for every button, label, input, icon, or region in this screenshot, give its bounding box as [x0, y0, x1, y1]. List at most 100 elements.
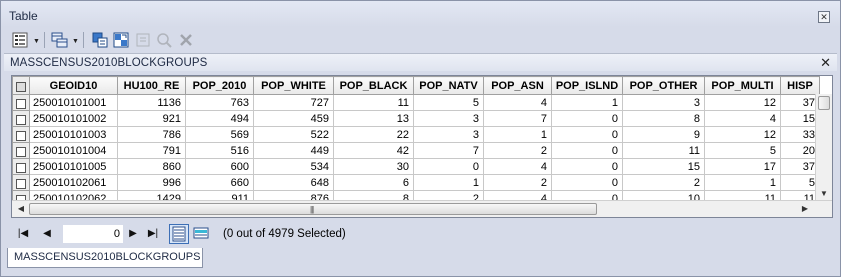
- column-header-hisp[interactable]: HISP: [780, 76, 820, 95]
- last-record-icon[interactable]: ▶|: [145, 226, 161, 242]
- table-cell[interactable]: 4: [704, 110, 781, 127]
- table-cell[interactable]: 250010101003: [29, 126, 118, 143]
- horizontal-scroll-thumb[interactable]: |||: [29, 203, 597, 215]
- column-header-pop-white[interactable]: POP_WHITE: [253, 76, 334, 95]
- table-cell[interactable]: 0: [551, 126, 623, 143]
- column-header-pop-other[interactable]: POP_OTHER: [622, 76, 705, 95]
- table-row[interactable]: 250010101003 786 569 522 22 3 1 0 9 12 33: [12, 126, 820, 143]
- table-cell[interactable]: 449: [253, 142, 334, 159]
- next-record-icon[interactable]: ▶: [125, 226, 141, 242]
- close-icon[interactable]: ✕: [818, 11, 830, 23]
- table-cell[interactable]: 727: [253, 94, 334, 111]
- switch-selection-icon[interactable]: [112, 31, 130, 49]
- column-header-geoid10[interactable]: GEOID10: [29, 76, 118, 95]
- table-cell[interactable]: 0: [551, 174, 623, 191]
- table-cell[interactable]: 17: [704, 158, 781, 175]
- table-cell[interactable]: 12: [704, 94, 781, 111]
- table-cell[interactable]: 250010101004: [29, 142, 118, 159]
- table-cell[interactable]: 11: [622, 142, 705, 159]
- table-cell[interactable]: 2: [622, 174, 705, 191]
- table-cell[interactable]: 8: [622, 110, 705, 127]
- table-cell[interactable]: 250010101002: [29, 110, 118, 127]
- scroll-right-icon[interactable]: ▶: [798, 201, 812, 217]
- table-cell[interactable]: 786: [117, 126, 186, 143]
- table-cell[interactable]: 2: [483, 174, 552, 191]
- table-cell[interactable]: 921: [117, 110, 186, 127]
- table-cell[interactable]: 0: [551, 110, 623, 127]
- table-row[interactable]: 250010101005 860 600 534 30 0 4 0 15 17 37: [12, 158, 820, 175]
- table-cell[interactable]: 37: [780, 94, 820, 111]
- table-row[interactable]: 250010101001 1136 763 727 11 5 4 1 3 12 37: [12, 94, 820, 111]
- scroll-down-icon[interactable]: ▼: [816, 187, 832, 201]
- row-selector[interactable]: [12, 158, 30, 175]
- table-cell[interactable]: 22: [333, 126, 414, 143]
- table-cell[interactable]: 250010101001: [29, 94, 118, 111]
- table-cell[interactable]: 20: [780, 142, 820, 159]
- table-row[interactable]: 250010102061 996 660 648 6 1 2 0 2 1 5: [12, 174, 820, 191]
- column-header-hu100-re[interactable]: HU100_RE: [117, 76, 186, 95]
- table-cell[interactable]: 250010101005: [29, 158, 118, 175]
- table-cell[interactable]: 33: [780, 126, 820, 143]
- table-cell[interactable]: 534: [253, 158, 334, 175]
- scroll-left-icon[interactable]: ◀: [14, 201, 28, 217]
- first-record-icon[interactable]: |◀: [15, 226, 31, 242]
- column-header-pop-2010[interactable]: POP_2010: [185, 76, 254, 95]
- table-cell[interactable]: 0: [551, 158, 623, 175]
- table-cell[interactable]: 3: [413, 110, 484, 127]
- related-tables-icon[interactable]: [51, 31, 69, 49]
- table-cell[interactable]: 660: [185, 174, 254, 191]
- table-row[interactable]: 250010101004 791 516 449 42 7 2 0 11 5 20: [12, 142, 820, 159]
- table-cell[interactable]: 996: [117, 174, 186, 191]
- column-header-pop-natv[interactable]: POP_NATV: [413, 76, 484, 95]
- row-selector-icon[interactable]: [16, 81, 26, 92]
- row-selector[interactable]: [12, 174, 30, 191]
- table-cell[interactable]: 3: [622, 94, 705, 111]
- table-cell[interactable]: 1: [704, 174, 781, 191]
- row-selector[interactable]: [12, 94, 30, 111]
- previous-record-icon[interactable]: ◀: [39, 226, 55, 242]
- row-selector-icon[interactable]: [16, 114, 26, 125]
- table-cell[interactable]: 494: [185, 110, 254, 127]
- row-selector[interactable]: [12, 110, 30, 127]
- table-cell[interactable]: 0: [551, 142, 623, 159]
- table-cell[interactable]: 11: [333, 94, 414, 111]
- table-cell[interactable]: 763: [185, 94, 254, 111]
- row-selector[interactable]: [12, 142, 30, 159]
- row-selector-icon[interactable]: [16, 178, 26, 189]
- table-options-icon[interactable]: [11, 31, 29, 49]
- table-cell[interactable]: 37: [780, 158, 820, 175]
- row-selector-icon[interactable]: [16, 162, 26, 173]
- row-selector-icon[interactable]: [16, 130, 26, 141]
- table-cell[interactable]: 1: [413, 174, 484, 191]
- table-cell[interactable]: 4: [483, 158, 552, 175]
- table-cell[interactable]: 4: [483, 94, 552, 111]
- show-selected-records-icon[interactable]: [192, 224, 212, 244]
- column-header-pop-multi[interactable]: POP_MULTI: [704, 76, 781, 95]
- table-cell[interactable]: 860: [117, 158, 186, 175]
- table-cell[interactable]: 15: [780, 110, 820, 127]
- row-selector-icon[interactable]: [16, 146, 26, 157]
- table-cell[interactable]: 9: [622, 126, 705, 143]
- row-selector-icon[interactable]: [16, 98, 26, 109]
- table-cell[interactable]: 569: [185, 126, 254, 143]
- table-cell[interactable]: 648: [253, 174, 334, 191]
- table-cell[interactable]: 5: [704, 142, 781, 159]
- table-cell[interactable]: 522: [253, 126, 334, 143]
- select-by-attributes-icon[interactable]: [91, 31, 109, 49]
- table-cell[interactable]: 1136: [117, 94, 186, 111]
- table-cell[interactable]: 459: [253, 110, 334, 127]
- table-cell[interactable]: 15: [622, 158, 705, 175]
- column-header-pop-islnd[interactable]: POP_ISLND: [551, 76, 623, 95]
- table-cell[interactable]: 30: [333, 158, 414, 175]
- close-icon[interactable]: ✕: [820, 55, 831, 71]
- chevron-down-icon[interactable]: ▼: [72, 38, 79, 45]
- table-cell[interactable]: 5: [780, 174, 820, 191]
- table-cell[interactable]: 6: [333, 174, 414, 191]
- table-cell[interactable]: 2: [483, 142, 552, 159]
- table-tab[interactable]: MASSCENSUS2010BLOCKGROUPS: [7, 248, 203, 268]
- table-cell[interactable]: 600: [185, 158, 254, 175]
- window-titlebar[interactable]: Table ✕: [1, 1, 840, 27]
- table-cell[interactable]: 7: [413, 142, 484, 159]
- table-cell[interactable]: 7: [483, 110, 552, 127]
- table-cell[interactable]: 5: [413, 94, 484, 111]
